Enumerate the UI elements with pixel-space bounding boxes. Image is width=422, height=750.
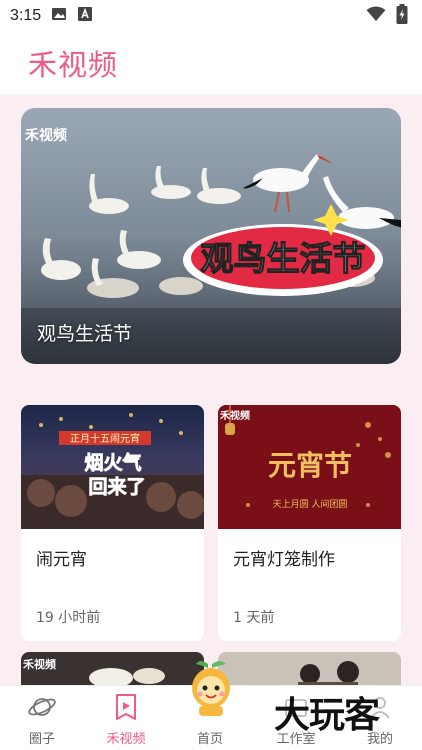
- text-a-icon: [77, 6, 93, 26]
- video-thumbnail: 元宵节 天上月圆 人间团圆 禾视频: [218, 405, 401, 529]
- card-thumb-text-2: 回来了: [88, 476, 145, 498]
- nav-item-video[interactable]: 禾视频: [84, 686, 168, 750]
- page-title: 禾视频: [28, 48, 119, 82]
- nav-item-circle[interactable]: 圈子: [0, 686, 84, 750]
- battery-charging-icon: [396, 4, 408, 28]
- video-card[interactable]: 元宵节 天上月圆 人间团圆 禾视频 元宵灯笼制作 1 天前: [218, 405, 401, 641]
- video-card[interactable]: 正月十五闹元宵 烟火气 回来了 闹元宵 19 小时前: [21, 405, 204, 641]
- card-thumb-logo: 禾视频: [220, 409, 250, 422]
- video-title: 闹元宵: [36, 550, 87, 570]
- mascot-icon[interactable]: [186, 658, 236, 722]
- card-thumb-title: 元宵节: [268, 449, 352, 482]
- card-thumb-subtitle: 天上月圆 人间团圆: [273, 498, 348, 510]
- card-thumb-text-1: 烟火气: [84, 451, 141, 474]
- video-bookmark-icon: [116, 694, 136, 720]
- gallery-icon: [51, 6, 67, 26]
- featured-video-card[interactable]: 观鸟生活节 禾视频 观鸟生活节: [21, 108, 401, 364]
- nav-label: 圈子: [28, 732, 55, 747]
- app-header: 禾视频: [0, 32, 422, 94]
- featured-video-title: 观鸟生活节: [37, 323, 133, 345]
- card-thumb-banner: 正月十五闹元宵: [70, 432, 140, 445]
- video-time: 19 小时前: [36, 610, 101, 626]
- watermark-text: 大玩客: [274, 695, 380, 736]
- hero-logo-text: 禾视频: [25, 127, 67, 144]
- nav-label: 禾视频: [106, 732, 146, 747]
- status-bar: 3:15: [0, 0, 422, 32]
- hero-overlay-title: 观鸟生活节: [201, 239, 366, 278]
- nav-label: 首页: [196, 732, 223, 747]
- peek-logo: 禾视频: [23, 657, 56, 671]
- video-title: 元宵灯笼制作: [233, 550, 335, 570]
- video-time: 1 天前: [233, 610, 275, 626]
- status-time: 3:15: [10, 7, 42, 24]
- wifi-icon: [366, 6, 386, 26]
- planet-icon: [28, 698, 56, 716]
- video-thumbnail: 正月十五闹元宵 烟火气 回来了: [21, 405, 204, 529]
